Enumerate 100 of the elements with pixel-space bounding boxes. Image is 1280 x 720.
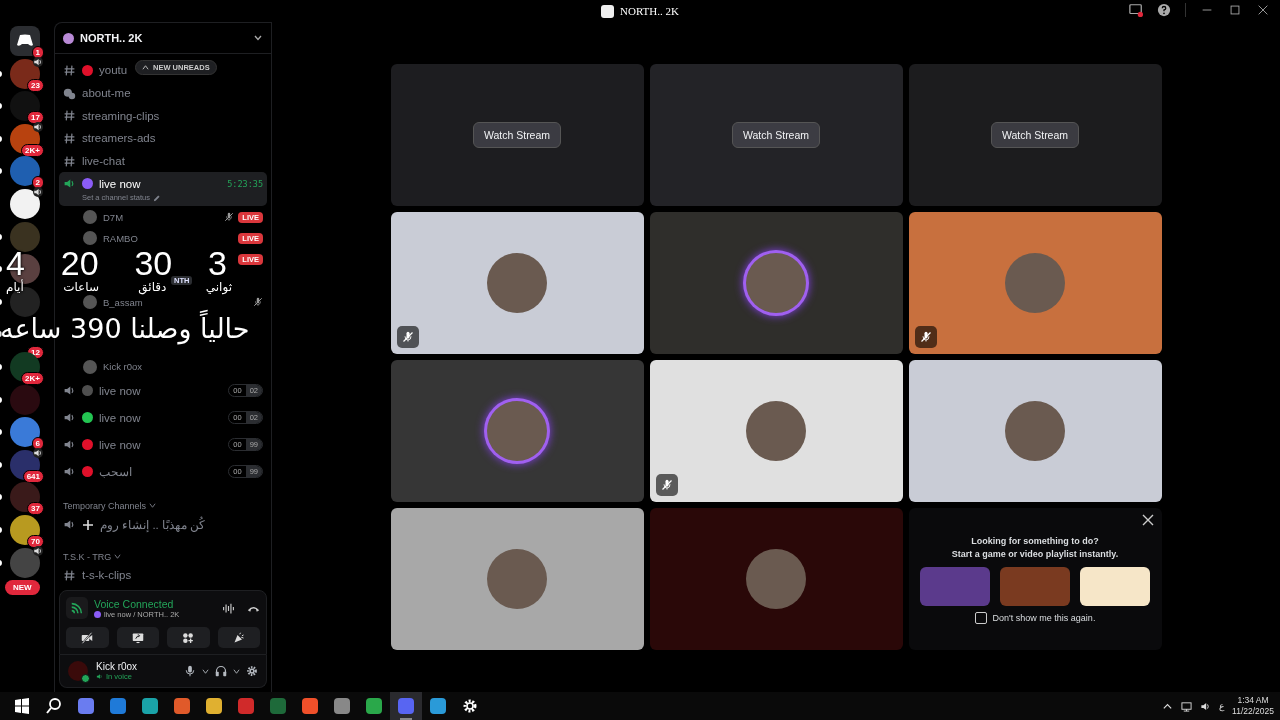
watch-stream-button[interactable]: Watch Stream [731,122,821,148]
pencil-icon [152,194,160,202]
countdown-value-overlay: 30 [134,248,173,278]
clock[interactable]: 1:34 AM 11/22/2025 [1232,695,1274,717]
hash-icon [63,154,76,168]
server-name[interactable]: NORTH.. 2K [80,32,143,44]
countdown-label-overlay: ساعات [63,280,99,294]
signal-icon[interactable] [66,597,88,619]
channel-item[interactable]: t-s-k-clips [59,563,136,587]
settings-icon [462,698,478,714]
soundboard-button[interactable] [217,627,260,648]
game-thumbnail[interactable] [920,566,990,606]
chevron-down-icon[interactable] [202,667,209,675]
avatar [83,359,97,374]
screen-icon[interactable] [1129,3,1143,17]
countdown-label-overlay: دقائق [138,280,167,294]
member-name: B_assam [103,296,143,308]
channel-item[interactable]: about-me [59,81,135,105]
screen-share-button[interactable] [116,627,159,648]
participant-tile[interactable] [390,360,644,502]
voice-member[interactable]: Kick r0ox [59,355,267,378]
input-language[interactable]: ع [1219,701,1225,711]
speaker-icon [96,673,103,680]
controller-icon [17,34,33,47]
new-servers-pill[interactable]: NEW [5,580,40,595]
channel-item[interactable]: streaming-clips [59,104,164,128]
watch-stream-button[interactable]: Watch Stream [990,122,1080,148]
chat-bubbles-icon [63,86,76,100]
chevron-down-icon[interactable] [253,33,263,43]
participant-tile[interactable] [649,508,903,650]
network-icon[interactable] [1181,700,1193,712]
settings-icon[interactable] [246,665,258,677]
caret-up-icon [142,64,149,71]
channel-name: اسحب [99,464,132,479]
unread-count: 17 [27,111,44,125]
microphone-icon[interactable] [184,665,196,677]
unread-count: 37 [27,502,44,516]
camera-off-icon [81,631,94,644]
channel-name: كُن مهذبًا .. إنشاء روم [100,517,206,532]
channel-name: t-s-k-clips [82,569,132,582]
server-badge-icon [63,32,74,44]
server-icon[interactable] [10,482,40,513]
channel-name: streaming-clips [82,109,160,122]
search-icon [46,698,62,714]
participant-tile[interactable] [649,212,903,354]
avatar [83,210,97,225]
channel-name: live-chat [82,155,125,168]
waveform-icon[interactable] [222,601,235,615]
user-name: Kick r0ox [96,661,138,672]
chevron-down-icon [114,552,122,560]
server-logo-icon [601,4,615,18]
participant-tile[interactable] [390,212,644,354]
game-thumbnail[interactable] [1080,566,1150,606]
category-header[interactable]: T.S.K - TRG [59,535,267,564]
channel-item[interactable]: streamers-ads [59,127,160,150]
participant-tile[interactable] [908,360,1162,502]
close-icon[interactable] [1256,3,1270,17]
voice-status: Voice Connected [94,597,175,610]
dont-show-checkbox[interactable]: Don't show me this again. [974,611,1096,624]
taskbar-app[interactable] [390,692,422,720]
close-icon [1141,514,1154,526]
watch-stream-button[interactable]: Watch Stream [472,122,562,148]
hash-icon [63,109,76,123]
participant-tile[interactable] [649,360,903,502]
chevron-down-icon[interactable] [233,667,240,675]
channel-name: about-me [82,87,131,100]
channel-item[interactable]: youtu [59,59,132,82]
channel-item[interactable]: live-chat [59,149,129,173]
windows-logo-icon [14,698,30,714]
activities-icon [182,631,195,644]
camera-off-button[interactable] [66,627,109,648]
server-icon[interactable] [10,91,40,122]
participant-tile[interactable] [390,508,644,650]
close-button[interactable] [1141,514,1154,526]
game-thumbnail[interactable] [1000,566,1070,606]
activity-prompt: Looking for something to do? Start a game or video playlist instantly. [951,534,1119,561]
channel-name: live now [99,384,141,397]
channel-name: live now [99,438,141,451]
countdown-value-overlay: 4 [6,248,25,278]
hash-icon [63,131,76,145]
caption-overlay: حالياً وصلنا 390 ساعه [0,312,250,346]
participant-tile[interactable] [908,212,1162,354]
help-icon[interactable] [1157,3,1171,17]
user-avatar[interactable] [68,661,88,681]
hash-icon [63,568,76,582]
countdown-value-overlay: 20 [60,248,99,278]
party-popper-icon [232,631,245,644]
server-icon[interactable] [10,514,40,545]
elapsed-timer: 5:23:35 [227,178,263,189]
headphones-icon[interactable] [215,665,227,677]
window-title: NORTH.. 2K [620,5,679,17]
channel-item[interactable]: كُن مهذبًا .. إنشاء روم [59,513,210,536]
member-name: Kick r0ox [103,361,143,373]
maximize-icon[interactable] [1228,3,1242,17]
countdown-label-overlay: أيام [6,280,24,294]
member-name: RAMBO [103,232,138,244]
activities-button[interactable] [167,627,210,648]
chevron-down-icon [149,502,157,510]
server-icon[interactable] [10,188,40,219]
category-header[interactable]: Temporary Channels [59,485,267,514]
